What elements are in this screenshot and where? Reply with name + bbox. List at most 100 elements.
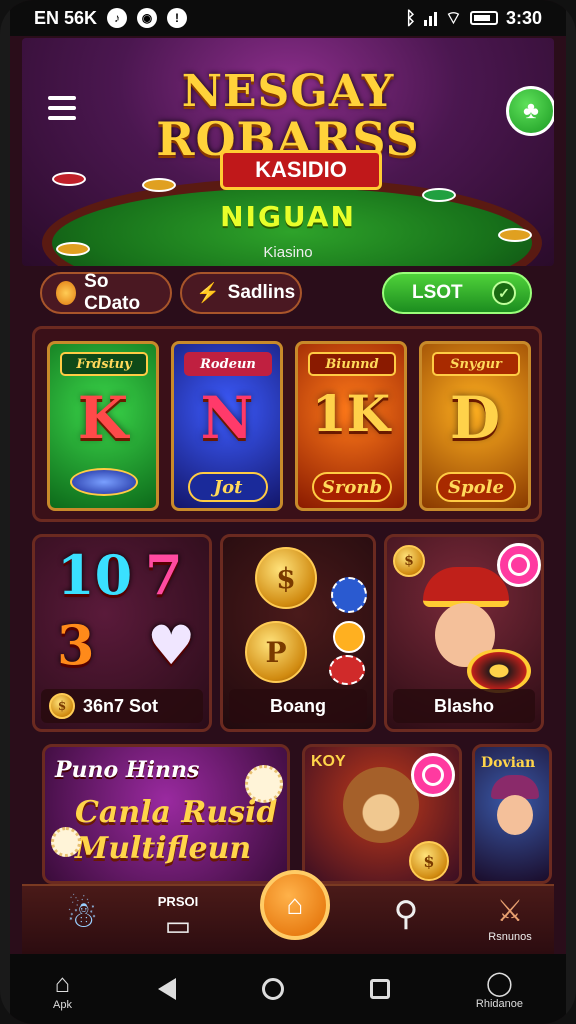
lsot-label: LSOT — [412, 282, 463, 303]
numbers-game-card[interactable]: 10 7 3 ♥ $ 36n7 Sot — [32, 534, 212, 732]
slot-game-card[interactable]: Frdstuy K — [47, 341, 159, 511]
dealer-game-card[interactable]: $ Blasho — [384, 534, 544, 732]
dealer-caption: Blasho — [433, 695, 494, 716]
status-time: 3:30 — [505, 7, 542, 28]
rsnunos-label: Rsnunos — [488, 931, 532, 943]
spins-label: Sadlins — [227, 282, 296, 303]
number-10-symbol: 10 — [57, 543, 133, 607]
hero-title-line1: NESGAY — [181, 66, 395, 117]
coins-game-card[interactable]: $ P Boang — [220, 534, 376, 732]
slot-tag: Biunnd — [308, 352, 396, 376]
flower-icon — [245, 765, 283, 803]
bluetooth-icon: ᛒ — [405, 7, 417, 28]
chip-stack-icon — [52, 172, 86, 186]
lady-face-image — [497, 795, 533, 835]
gold-coin-icon: $ — [409, 841, 449, 881]
dealer-hat-image — [423, 567, 509, 607]
battery-icon — [469, 11, 498, 25]
bear-mascot-image — [343, 767, 419, 843]
nav-mascot-button[interactable]: ☃ — [52, 894, 112, 950]
alert-icon: ! — [167, 8, 188, 28]
bear-game-card[interactable]: KOY $ — [302, 744, 462, 884]
system-profile-button[interactable]: ◯ Rhidanoe — [476, 969, 523, 1010]
nav-prsoi-button[interactable]: PRSOI ▭ — [148, 894, 208, 950]
system-navigation-bar: ⌂ Apk ◯ Rhidanoe — [10, 954, 566, 1024]
nav-home-center-button[interactable]: ⌂ — [260, 870, 330, 940]
chat-icon: ▭ — [164, 910, 192, 941]
flower-icon — [51, 827, 81, 857]
system-home-button[interactable]: ⌂ Apk — [53, 968, 72, 1011]
lady-tag: Dovian — [481, 755, 536, 771]
slot-game-card[interactable]: Snygur D Spole — [419, 341, 531, 511]
gold-coin-icon: P — [245, 621, 307, 683]
system-recents-button[interactable] — [369, 979, 390, 999]
status-left-text: EN 56K — [34, 7, 98, 28]
home-label: Apk — [52, 998, 72, 1011]
poker-chip-icon — [331, 577, 367, 613]
bear-tag: KOY — [311, 753, 346, 770]
hero-caption: Kiasino — [263, 244, 313, 261]
music-icon: ♪ — [107, 8, 128, 28]
system-circle-button[interactable] — [261, 978, 284, 1000]
slot-tag: Rodeun — [184, 352, 272, 376]
slot-play-button[interactable]: Spole — [436, 472, 516, 502]
roulette-wheel-image — [467, 649, 531, 693]
app-screen: EN 56K ♪ ◉ ! ᛒ ⌔ 3:30 ♣ NESGAY ROBARSS K… — [10, 0, 566, 1024]
heart-symbol: ♥ — [147, 613, 196, 677]
profile-icon: ◯ — [486, 969, 513, 997]
slot-letter: N — [200, 384, 254, 452]
poker-chip-icon — [333, 621, 365, 653]
slot-play-button[interactable]: Jot — [188, 472, 268, 502]
back-icon — [157, 978, 176, 1000]
gold-coin-icon: $ — [393, 545, 425, 577]
poker-chip-icon — [329, 655, 365, 685]
location-pin-icon[interactable] — [497, 543, 541, 587]
phone-frame: EN 56K ♪ ◉ ! ᛒ ⌔ 3:30 ♣ NESGAY ROBARSS K… — [0, 0, 576, 1024]
circle-icon — [261, 978, 284, 1000]
nav-trophy-button[interactable]: ⚲ — [376, 894, 436, 950]
slot-tag: Snygur — [432, 352, 520, 376]
slot-letter: 1K — [311, 384, 391, 443]
promo-line3: Multifleun — [75, 831, 252, 866]
lightning-icon: ⚡ — [196, 283, 220, 304]
gem-icon — [70, 468, 138, 496]
coin-icon: $ — [49, 693, 75, 719]
coins-caption-bar: Boang — [229, 689, 367, 723]
coin-icon — [56, 281, 77, 305]
chip-stack-icon — [142, 178, 176, 192]
numbers-caption-bar: $ 36n7 Sot — [41, 689, 203, 723]
slot-games-grid: Frdstuy K Rodeun N Jot Biunnd 1K Sronb S… — [32, 326, 542, 522]
signal-icon — [424, 10, 438, 26]
promo-banner-card[interactable]: Puno Hinns Canla Rusid Multifleun — [42, 744, 290, 884]
spins-button[interactable]: ⚡ Sadlins — [180, 272, 302, 314]
check-icon: ✓ — [492, 281, 516, 305]
hero-banner[interactable]: ♣ NESGAY ROBARSS KASIDIO NIGUAN Kiasino — [22, 38, 554, 266]
coin-balance-label: So CDato — [84, 271, 141, 314]
coins-caption: Boang — [270, 695, 326, 716]
number-3-symbol: 3 — [57, 613, 95, 677]
number-7-symbol: 7 — [145, 543, 183, 607]
coin-balance-button[interactable]: So CDato — [40, 271, 172, 314]
prsoi-label: PRSOI — [157, 894, 199, 909]
promo-line2: Canla Rusid — [75, 795, 278, 830]
hero-ribbon: KASIDIO — [220, 150, 382, 190]
slot-tag: Frdstuy — [60, 352, 148, 376]
center-home-icon: ⌂ — [286, 889, 304, 920]
bottom-navigation: ☃ PRSOI ▭ ⌂ ⚲ ⚔ Rsnunos — [22, 870, 554, 954]
slot-game-card[interactable]: Biunnd 1K Sronb — [295, 341, 407, 511]
lsot-button[interactable]: LSOT ✓ — [382, 272, 532, 314]
slot-letter: K — [77, 384, 129, 452]
profile-label: Rhidanoe — [475, 997, 523, 1010]
nav-rsnunos-button[interactable]: ⚔ Rsnunos — [480, 894, 540, 950]
house-icon: ⌂ — [54, 967, 71, 998]
trophy-icon: ⚲ — [393, 895, 419, 933]
numbers-caption: 36n7 Sot — [83, 695, 159, 716]
dealer-caption-bar: Blasho — [393, 689, 535, 723]
recents-icon — [369, 979, 390, 999]
system-back-button[interactable] — [157, 978, 176, 1000]
slot-play-button[interactable]: Sronb — [312, 472, 392, 502]
hero-subtitle: NIGUAN — [220, 200, 356, 233]
lady-game-card[interactable]: Dovian — [472, 744, 552, 884]
location-pin-icon[interactable] — [411, 753, 455, 797]
slot-game-card[interactable]: Rodeun N Jot — [171, 341, 283, 511]
